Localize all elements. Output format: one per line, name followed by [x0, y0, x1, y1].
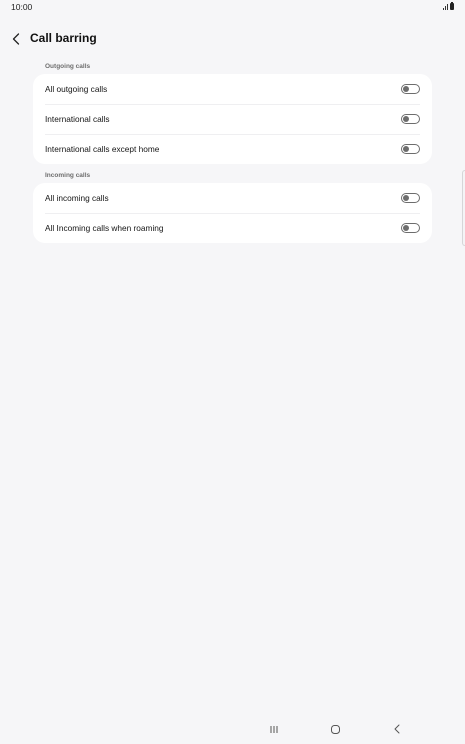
incoming-calls-card: All incoming calls All Incoming calls wh…	[33, 183, 432, 243]
chevron-left-icon	[12, 33, 20, 45]
status-bar: 10:00	[0, 0, 465, 16]
setting-label: All outgoing calls	[45, 84, 108, 94]
home-icon	[330, 724, 340, 734]
toggle-knob	[403, 85, 410, 92]
setting-row-international-except-home[interactable]: International calls except home	[33, 134, 432, 164]
home-button[interactable]	[327, 722, 343, 736]
setting-row-all-outgoing[interactable]: All outgoing calls	[33, 74, 432, 104]
toggle-knob	[403, 145, 410, 152]
setting-label: International calls except home	[45, 144, 160, 154]
outgoing-calls-card: All outgoing calls International calls I…	[33, 74, 432, 164]
navigation-bar	[0, 716, 465, 744]
page-title: Call barring	[30, 31, 97, 45]
section-label-outgoing: Outgoing calls	[45, 63, 91, 70]
battery-icon	[450, 2, 454, 10]
header: Call barring	[0, 26, 465, 52]
section-label-incoming: Incoming calls	[45, 172, 91, 179]
setting-label: All incoming calls	[45, 193, 109, 203]
international-except-home-toggle[interactable]	[401, 144, 420, 154]
recent-apps-icon	[270, 725, 278, 733]
incoming-roaming-toggle[interactable]	[401, 223, 420, 233]
status-time: 10:00	[11, 2, 33, 12]
status-icons	[443, 2, 454, 10]
back-nav-button[interactable]	[389, 722, 405, 736]
setting-row-all-incoming[interactable]: All incoming calls	[33, 183, 432, 213]
toggle-knob	[403, 115, 410, 122]
setting-row-international[interactable]: International calls	[33, 104, 432, 134]
setting-label: International calls	[45, 114, 110, 124]
recent-apps-button[interactable]	[266, 722, 282, 736]
setting-row-incoming-roaming[interactable]: All Incoming calls when roaming	[33, 213, 432, 243]
toggle-knob	[403, 194, 410, 201]
toggle-knob	[403, 224, 410, 231]
all-incoming-toggle[interactable]	[401, 193, 420, 203]
international-toggle[interactable]	[401, 114, 420, 124]
signal-icon	[443, 3, 448, 10]
all-outgoing-toggle[interactable]	[401, 84, 420, 94]
back-icon	[394, 724, 400, 734]
setting-label: All Incoming calls when roaming	[45, 223, 164, 233]
back-button[interactable]	[8, 29, 24, 49]
